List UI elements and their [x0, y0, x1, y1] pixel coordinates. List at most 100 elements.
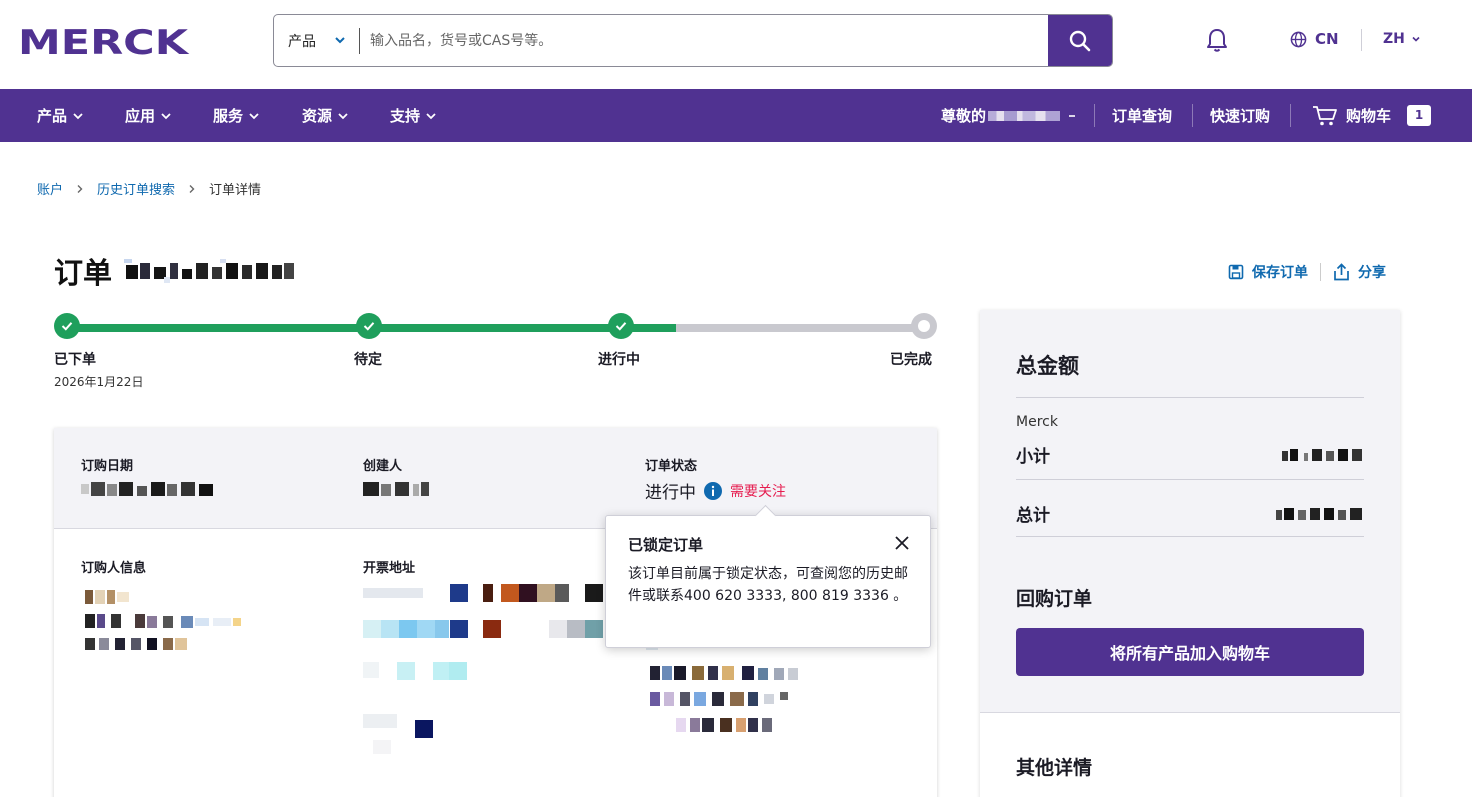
step-label: 待定 — [354, 352, 382, 368]
shopping-cart-icon — [1313, 105, 1337, 125]
chevron-right-icon — [75, 184, 85, 194]
order-meta-band — [54, 428, 937, 529]
check-icon — [615, 322, 627, 331]
check-icon — [61, 322, 73, 331]
breadcrumb-account[interactable]: 账户 — [37, 179, 63, 198]
save-icon — [1228, 264, 1244, 280]
nav-item-resources[interactable]: 资源 — [302, 89, 349, 142]
divider — [1016, 397, 1364, 398]
search-button[interactable] — [1048, 15, 1112, 66]
popover-title: 已锁定订单 — [628, 536, 704, 554]
nav-item-products[interactable]: 产品 — [37, 89, 84, 142]
header-divider — [1361, 29, 1362, 51]
order-progress-stepper: 已下单 2026年1月22日 待定 进行中 已完成 — [54, 313, 938, 393]
close-icon[interactable] — [894, 535, 910, 551]
other-details-section: 其他详情 — [980, 712, 1400, 797]
chevron-down-icon — [73, 112, 83, 119]
search-input[interactable] — [370, 15, 1040, 66]
step-done-icon — [608, 313, 634, 339]
chevron-right-icon — [187, 184, 197, 194]
chevron-down-icon — [1412, 36, 1420, 42]
nav-divider — [1290, 104, 1291, 127]
vendor-name: Merck — [1016, 414, 1058, 430]
redacted-username — [988, 110, 1061, 121]
language-label: ZH — [1383, 31, 1405, 47]
redacted-buyer-info — [85, 590, 241, 650]
status-value: 进行中 — [645, 483, 696, 503]
nav-item-label: 服务 — [213, 107, 244, 125]
globe-icon — [1290, 31, 1307, 47]
nav-item-applications[interactable]: 应用 — [125, 89, 172, 142]
chevron-down-icon — [161, 112, 171, 119]
chevron-down-icon — [335, 37, 345, 44]
order-date-label: 订购日期 — [81, 459, 134, 474]
order-summary-panel: 总金额 Merck 小计 总计 回购订单 将所有产品加入购物车 其他详情 — [980, 310, 1400, 797]
subtotal-label: 小计 — [1016, 447, 1050, 467]
logo-text: MERCK — [18, 24, 190, 56]
breadcrumb: 账户 历史订单搜索 订单详情 — [37, 179, 261, 198]
country-selector[interactable]: CN — [1290, 30, 1339, 48]
locked-order-popover: 已锁定订单 该订单目前属于锁定状态，可查阅您的历史邮件或联系400 620 33… — [605, 515, 931, 648]
divider — [1016, 479, 1364, 480]
billing-address-label: 开票地址 — [363, 561, 416, 576]
search-category-label: 产品 — [288, 33, 316, 50]
cart-link[interactable]: 购物车 1 — [1312, 89, 1432, 142]
share-button[interactable]: 分享 — [1333, 262, 1386, 282]
nav-divider — [1094, 104, 1095, 127]
nav-item-label: 产品 — [37, 107, 68, 125]
redacted-subtotal — [1282, 449, 1362, 461]
search-divider — [359, 28, 360, 54]
merck-logo[interactable]: MERCK — [18, 24, 190, 56]
reorder-title: 回购订单 — [1016, 588, 1093, 610]
check-icon — [363, 322, 375, 331]
country-label: CN — [1315, 30, 1339, 48]
nav-item-services[interactable]: 服务 — [213, 89, 260, 142]
quick-order-label: 快速订购 — [1210, 107, 1271, 125]
other-details-title: 其他详情 — [1016, 757, 1093, 779]
nav-item-support[interactable]: 支持 — [390, 89, 437, 142]
step-pending-icon — [911, 313, 937, 339]
nav-item-label: 应用 — [125, 107, 156, 125]
step-date: 2026年1月22日 — [54, 375, 144, 389]
redacted-order-number — [124, 259, 295, 283]
nav-item-label: 资源 — [302, 107, 333, 125]
nav-divider — [1192, 104, 1193, 127]
chevron-down-icon — [249, 112, 259, 119]
add-all-to-cart-button[interactable]: 将所有产品加入购物车 — [1016, 628, 1364, 676]
divider — [1016, 536, 1364, 537]
page-title: 订单 — [54, 250, 296, 292]
notification-bell-icon[interactable] — [1205, 27, 1229, 53]
attention-flag[interactable]: 需要关注 — [730, 481, 786, 501]
step-done-icon — [356, 313, 382, 339]
redacted-creator — [363, 482, 429, 496]
popover-body: 该订单目前属于锁定状态，可查阅您的历史邮件或联系400 620 3333, 80… — [628, 566, 908, 604]
info-icon[interactable] — [704, 481, 722, 500]
language-selector[interactable]: ZH — [1383, 31, 1421, 47]
status-label: 订单状态 — [645, 459, 698, 474]
action-divider — [1320, 263, 1321, 281]
search-icon — [1069, 30, 1091, 51]
breadcrumb-order-history[interactable]: 历史订单搜索 — [97, 179, 175, 198]
save-order-button[interactable]: 保存订单 — [1228, 262, 1308, 282]
chevron-down-icon — [338, 112, 348, 119]
redacted-total — [1276, 508, 1362, 520]
top-header: MERCK 产品 CN ZH — [0, 0, 1472, 89]
account-menu[interactable]: 尊敬的 — [941, 89, 1078, 142]
quick-order-link[interactable]: 快速订购 — [1210, 89, 1270, 142]
step-label: 进行中 — [598, 352, 640, 368]
order-lookup-label: 订单查询 — [1112, 107, 1173, 125]
summary-title: 总金额 — [1016, 354, 1079, 378]
redacted-billing-address — [363, 584, 603, 754]
chevron-down-icon — [1069, 114, 1076, 117]
search-category-select[interactable]: 产品 — [274, 15, 360, 66]
search-bar: 产品 — [273, 14, 1113, 67]
cart-label: 购物车 — [1346, 107, 1392, 125]
step-done-icon — [54, 313, 80, 339]
creator-label: 创建人 — [363, 459, 403, 474]
buyer-info-label: 订购人信息 — [81, 561, 147, 576]
save-order-label: 保存订单 — [1252, 265, 1308, 281]
order-actions: 保存订单 分享 — [1228, 262, 1386, 282]
order-lookup-link[interactable]: 订单查询 — [1112, 89, 1172, 142]
step-label: 已下单 — [54, 352, 96, 368]
main-nav: 产品 应用 服务 资源 支持 尊敬的 订单查询 快速订购 购物车 1 — [0, 89, 1472, 142]
